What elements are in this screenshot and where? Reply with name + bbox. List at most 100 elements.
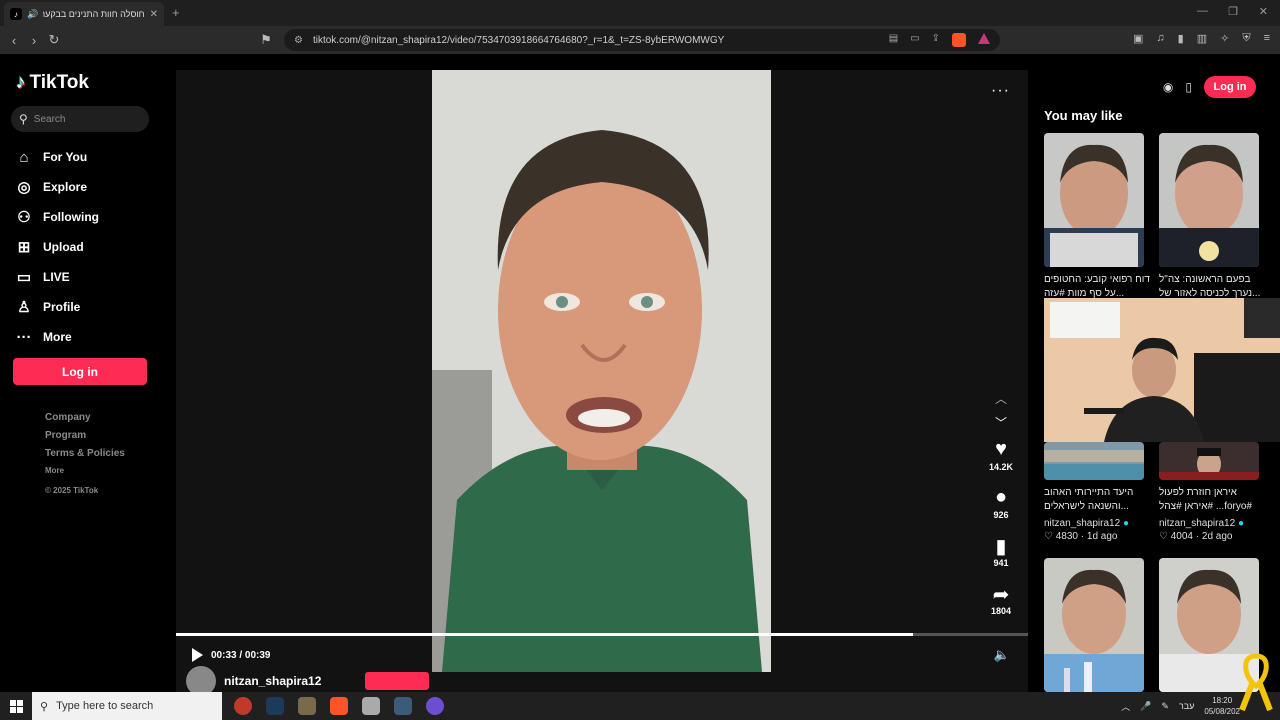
sidebar-item-more[interactable]: ··· More	[15, 322, 99, 352]
video-thumbnail[interactable]	[1044, 558, 1144, 692]
card-author: nitzan_shapira12	[1159, 518, 1236, 529]
thumbnail-caption[interactable]: דוח רפואי קובע: החטופים ...על סף מוות #ע…	[1044, 273, 1152, 301]
footer-link-program[interactable]: Program	[45, 430, 125, 448]
sidebar-icon[interactable]: ▮	[1178, 32, 1184, 45]
app-icon[interactable]	[298, 697, 316, 715]
video-thumbnail[interactable]	[1044, 133, 1144, 267]
tab-title: חוסלה חוות התנינים בבקעת	[43, 9, 145, 19]
like-count: 14.2K	[988, 462, 1014, 472]
clock[interactable]: 18:20 05/08/202	[1204, 695, 1240, 717]
video-thumbnail[interactable]	[1159, 133, 1259, 267]
url-text[interactable]: tiktok.com/@nitzan_shapira12/video/75347…	[313, 35, 724, 46]
restore-icon[interactable]: ❐	[1228, 5, 1238, 18]
footer-link-terms[interactable]: Terms & Policies	[45, 448, 125, 466]
address-bar[interactable]: ⚙ tiktok.com/@nitzan_shapira12/video/753…	[284, 29, 1000, 51]
share-icon[interactable]: ➦	[993, 582, 1010, 606]
minimize-icon[interactable]: —	[1197, 5, 1208, 17]
clock-date: 05/08/202	[1204, 707, 1240, 716]
reader-icon[interactable]: ▤	[889, 33, 898, 47]
brave-icon[interactable]	[330, 697, 348, 715]
sidebar-item-label: Explore	[43, 180, 88, 194]
bookmark-icon[interactable]: ▮	[995, 534, 1006, 558]
forward-icon[interactable]: ›	[24, 33, 44, 48]
sidebar-item-live[interactable]: ▭ LIVE	[15, 262, 99, 292]
video-frame[interactable]	[432, 70, 771, 672]
thumbnail-caption[interactable]: היעד התיירותי האהוב ...והשנאה לישראלים	[1044, 486, 1152, 514]
site-settings-icon[interactable]: ⚙	[294, 35, 303, 46]
phone-icon[interactable]: ▯	[1185, 80, 1192, 94]
sidebar-item-for-you[interactable]: ⌂ For You	[15, 142, 99, 172]
author-meta[interactable]: nitzan_shapira12 ●	[1159, 518, 1244, 529]
login-button[interactable]: Log in	[13, 358, 147, 385]
sidebar-item-profile[interactable]: ♙ Profile	[15, 292, 99, 322]
author-name[interactable]: nitzan_shapira12	[224, 674, 321, 688]
microphone-icon[interactable]: 🎤	[1140, 701, 1151, 712]
tv-icon: ▭	[16, 269, 32, 286]
menu-icon[interactable]: ≡	[1264, 32, 1270, 45]
video-thumbnail[interactable]	[1044, 442, 1144, 480]
coins-icon[interactable]: ◉	[1163, 80, 1173, 94]
author-meta[interactable]: nitzan_shapira12 ●	[1044, 518, 1129, 529]
search-input[interactable]: ⚲ Search	[11, 106, 149, 132]
heart-icon[interactable]: ♥	[995, 438, 1007, 460]
screenshot-icon[interactable]: ▣	[1133, 32, 1143, 45]
brave-rewards-icon[interactable]	[978, 33, 990, 44]
save-count: 941	[993, 558, 1009, 568]
follow-button[interactable]	[365, 672, 430, 690]
cast-icon[interactable]: ▭	[910, 33, 919, 47]
steam-icon[interactable]	[266, 697, 284, 715]
shield-app-icon[interactable]	[362, 697, 380, 715]
share-icon[interactable]: ⇪	[932, 33, 940, 47]
back-icon[interactable]: ‹	[4, 33, 24, 48]
progress-bar[interactable]	[176, 633, 1028, 636]
sidebar-item-explore[interactable]: ◎ Explore	[15, 172, 99, 202]
tiktok-logo[interactable]: ♪ TikTok	[16, 72, 89, 94]
app-icon-purple[interactable]	[426, 697, 444, 715]
audio-icon[interactable]: 🔊	[27, 9, 38, 20]
header-login-button[interactable]: Log in	[1204, 76, 1256, 98]
wallet-icon[interactable]: ▥	[1197, 32, 1207, 45]
volume-icon[interactable]: 🔈	[994, 647, 1010, 663]
new-tab-button[interactable]: +	[172, 5, 180, 20]
video-thumbnail[interactable]	[1159, 442, 1259, 480]
tray-chevron-icon[interactable]: ︿	[1121, 700, 1130, 713]
video-content	[432, 70, 771, 672]
pen-icon[interactable]: ✎	[1161, 701, 1169, 712]
app-icon-red[interactable]	[234, 697, 252, 715]
brave-shields-icon[interactable]	[952, 33, 966, 47]
chevron-down-icon[interactable]: ﹀	[995, 414, 1007, 436]
music-icon[interactable]: ♫	[1156, 32, 1164, 45]
windows-start-icon[interactable]	[0, 699, 32, 713]
footer-link-company[interactable]: Company	[45, 412, 125, 430]
play-icon[interactable]	[192, 648, 203, 662]
card-stats: ♡ 4830 · 1d ago	[1044, 531, 1118, 542]
tiktok-favicon-icon: ♪	[10, 8, 22, 20]
capcut-icon[interactable]	[394, 697, 412, 715]
chevron-up-icon[interactable]: ︿	[995, 390, 1007, 412]
comment-icon[interactable]: ●	[995, 486, 1007, 508]
tiktok-note-icon: ♪	[16, 72, 26, 93]
close-window-icon[interactable]: ✕	[1259, 5, 1268, 18]
language-indicator[interactable]: עבר	[1179, 701, 1194, 711]
thumbnail-image	[1044, 133, 1144, 267]
vpn-shield-icon[interactable]: ⛨	[1242, 32, 1250, 45]
footer-link-more[interactable]: More	[45, 466, 125, 484]
caption-line: היעד התיירותי האהוב	[1044, 487, 1134, 498]
yellow-ribbon-icon	[1239, 653, 1273, 712]
more-options-icon[interactable]: ···	[991, 82, 1010, 100]
home-icon: ⌂	[19, 148, 29, 166]
video-player[interactable]: ··· ︿ ﹀ ♥ 14.2K ● 926 ▮ 941 ➦ 1804 00:33…	[176, 70, 1028, 692]
bookmark-icon[interactable]: ⚑	[256, 32, 276, 48]
progress-fill	[176, 633, 913, 636]
thumbnail-caption[interactable]: בפעם הראשונה: צה"ל ...נערך לכניסה לאזור …	[1159, 273, 1267, 301]
taskbar-search[interactable]: ⚲ Type here to search	[32, 692, 222, 720]
ai-icon[interactable]: ✧	[1220, 32, 1229, 45]
card-author: nitzan_shapira12	[1044, 518, 1121, 529]
tab-close-icon[interactable]: ✕	[150, 9, 158, 20]
thumbnail-caption[interactable]: איראן חוזרת לפעול #foryo... #איראן #צהל	[1159, 486, 1267, 514]
sidebar-item-upload[interactable]: ⊞ Upload	[15, 232, 99, 262]
sidebar-item-following[interactable]: ⚇ Following	[15, 202, 99, 232]
browser-tab[interactable]: ♪ 🔊 חוסלה חוות התנינים בבקעת ✕	[4, 2, 164, 26]
reload-icon[interactable]: ↻	[44, 32, 64, 48]
copyright: © 2025 TikTok	[45, 486, 99, 495]
